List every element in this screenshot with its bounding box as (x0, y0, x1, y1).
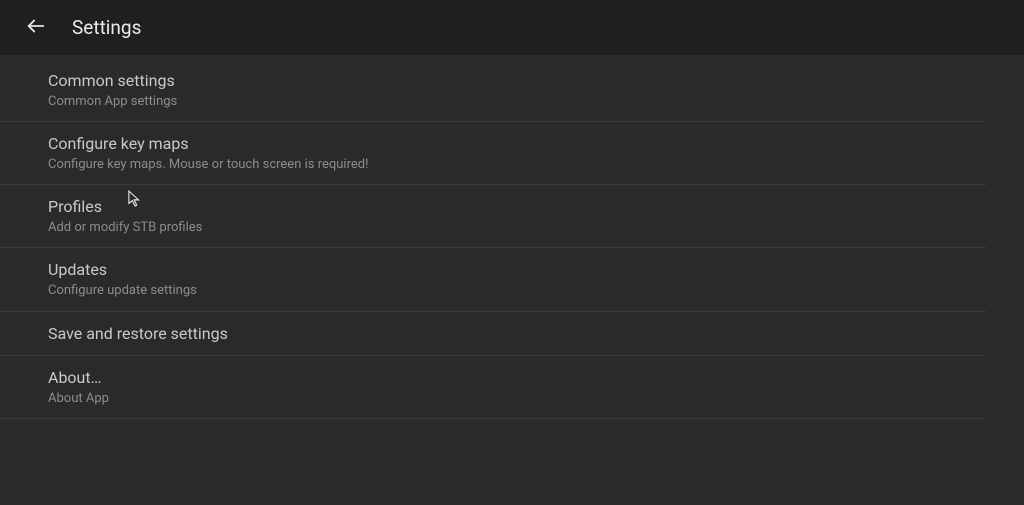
settings-row-configure-key-maps[interactable]: Configure key maps Configure key maps. M… (0, 122, 986, 185)
row-subtitle: About App (48, 390, 986, 408)
row-title: Profiles (48, 196, 986, 218)
row-title: Updates (48, 259, 986, 281)
settings-row-updates[interactable]: Updates Configure update settings (0, 248, 986, 311)
row-title: Configure key maps (48, 133, 986, 155)
row-subtitle: Configure update settings (48, 282, 986, 300)
page-title: Settings (72, 16, 141, 39)
row-subtitle: Configure key maps. Mouse or touch scree… (48, 156, 986, 174)
header-bar: Settings (0, 0, 1024, 55)
arrow-left-icon (25, 15, 47, 41)
settings-list: Common settings Common App settings Conf… (0, 55, 1024, 419)
settings-row-profiles[interactable]: Profiles Add or modify STB profiles (0, 185, 986, 248)
back-button[interactable] (18, 10, 54, 46)
row-subtitle: Add or modify STB profiles (48, 219, 986, 237)
row-title: About… (48, 367, 986, 389)
row-subtitle: Common App settings (48, 93, 986, 111)
row-title: Common settings (48, 70, 986, 92)
settings-row-about[interactable]: About… About App (0, 356, 986, 419)
settings-row-save-and-restore[interactable]: Save and restore settings (0, 312, 986, 357)
settings-row-common-settings[interactable]: Common settings Common App settings (0, 59, 986, 122)
row-title: Save and restore settings (48, 323, 986, 345)
